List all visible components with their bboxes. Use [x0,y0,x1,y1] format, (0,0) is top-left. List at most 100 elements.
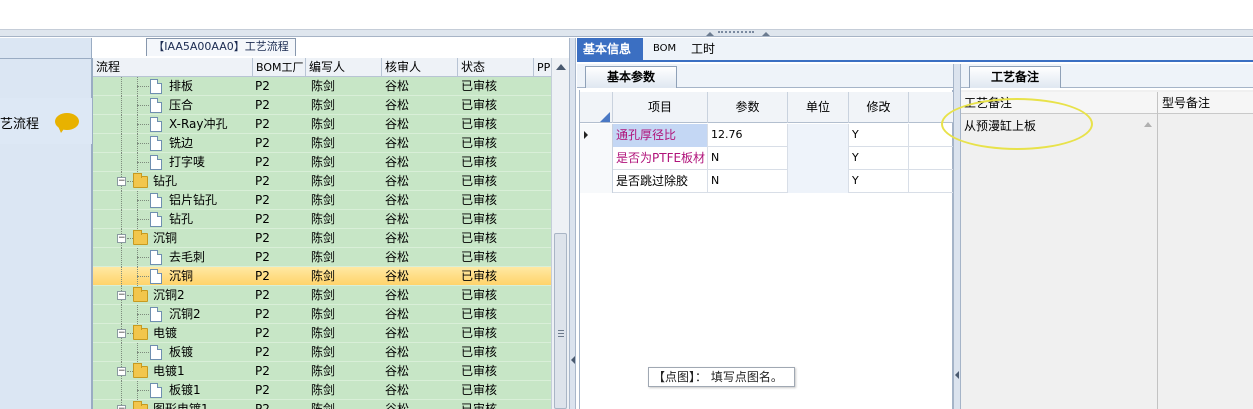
folder-icon [133,173,148,188]
collapse-toggle-icon[interactable]: − [117,405,126,409]
collapse-up-arrow-icon[interactable] [762,32,770,36]
collapse-left-arrow-icon[interactable] [571,356,575,364]
tree-row[interactable]: 铣边 P2 陈剑 谷松 已审核 [93,134,551,153]
param-row[interactable]: 是否跳过除胶 N Y [580,170,954,193]
row-header[interactable] [580,147,613,170]
splitter-grip-icon[interactable] [718,31,754,34]
collapse-toggle-icon[interactable]: − [117,177,126,186]
param-modify-cell[interactable]: Y [849,170,909,193]
tree-row[interactable]: 钻孔 P2 陈剑 谷松 已审核 [93,210,551,229]
tree-guide-line [121,153,122,172]
tree-row[interactable]: 压合 P2 陈剑 谷松 已审核 [93,96,551,115]
param-modify-cell[interactable]: Y [849,124,909,147]
param-row[interactable]: 通孔厚径比 12.76 Y [580,124,954,147]
param-value-cell[interactable]: N [708,170,788,193]
bom-cell: P2 [255,345,270,359]
tree-guide-line [121,134,122,153]
col-header-modify[interactable]: 修改 [849,92,909,123]
row-header[interactable] [580,124,613,147]
speech-bubble-tail-icon [58,126,66,133]
collapse-toggle-icon[interactable]: − [117,329,126,338]
collapse-up-arrow-icon[interactable] [706,32,714,36]
scrollbar-thumb[interactable] [554,233,567,409]
tree-vertical-scrollbar[interactable] [551,58,569,409]
top-splitter[interactable] [0,30,1253,37]
bom-cell: P2 [255,174,270,188]
writer-cell: 陈剑 [311,174,336,188]
tree-guide-line [121,115,122,134]
tree-row[interactable]: 板镀1 P2 陈剑 谷松 已审核 [93,381,551,400]
bom-cell: P2 [255,364,270,378]
param-name-cell[interactable]: 是否跳过除胶 [613,170,708,193]
col-header-bom[interactable]: BOM工厂 [253,58,306,77]
tree-elbow-line [137,200,149,201]
tree-row[interactable]: − 电镀1 P2 陈剑 谷松 已审核 [93,362,551,381]
tab-bom[interactable]: BOM [647,38,677,62]
tree-row[interactable]: − 图形电镀1 P2 陈剑 谷松 已审核 [93,400,551,409]
param-value-cell[interactable]: N [708,147,788,170]
tree-guide-line [121,305,122,324]
tree-row[interactable]: 排板 P2 陈剑 谷松 已审核 [93,77,551,96]
tab-basic-info[interactable]: 基本信息 [577,38,643,62]
scroll-up-arrow-icon[interactable] [556,64,566,70]
bom-cell: P2 [255,307,270,321]
param-name-cell[interactable]: 通孔厚径比 [613,124,708,147]
tab-process-remarks[interactable]: 工艺备注 [969,66,1061,88]
checker-cell: 谷松 [385,79,410,93]
bom-cell: P2 [255,117,270,131]
vertical-splitter[interactable] [569,38,576,409]
col-header-status[interactable]: 状态 [458,58,534,77]
tab-work-hours[interactable]: 工时 [685,38,725,62]
bom-cell: P2 [255,79,270,93]
col-header-writer[interactable]: 编写人 [306,58,382,77]
document-icon [150,269,162,284]
hint-tooltip: 【点图】： 填写点图名。 [648,367,795,387]
col-header-checker[interactable]: 核审人 [382,58,458,77]
bom-cell: P2 [255,136,270,150]
col-header-param[interactable]: 参数 [708,92,788,123]
corner-cell[interactable] [580,92,613,123]
tree-row-selected[interactable]: 沉铜 P2 陈剑 谷松 已审核 [93,267,551,286]
writer-cell: 陈剑 [311,250,336,264]
collapse-left-arrow-icon[interactable] [955,371,959,379]
collapse-toggle-icon[interactable]: − [117,291,126,300]
tree-row[interactable]: 去毛刺 P2 陈剑 谷松 已审核 [93,248,551,267]
param-unit-cell[interactable] [788,147,849,170]
param-unit-cell[interactable] [788,124,849,147]
collapse-toggle-icon[interactable]: − [117,367,126,376]
tree-row[interactable]: 沉铜2 P2 陈剑 谷松 已审核 [93,305,551,324]
row-header[interactable] [580,170,613,193]
col-header-flow[interactable]: 流程 [93,58,253,77]
tree-row[interactable]: 铝片钻孔 P2 陈剑 谷松 已审核 [93,191,551,210]
tree-item-label: 电镀 [153,326,178,340]
tree-item-label: 沉铜2 [153,288,185,302]
tree-item-label: 铣边 [169,136,194,150]
tree-row[interactable]: 打字唛 P2 陈剑 谷松 已审核 [93,153,551,172]
col-header-pp[interactable]: PP [534,58,551,77]
tree-elbow-line [137,124,149,125]
tree-row[interactable]: X-Ray冲孔 P2 陈剑 谷松 已审核 [93,115,551,134]
tab-basic-params[interactable]: 基本参数 [585,66,677,88]
tree-row[interactable]: − 钻孔 P2 陈剑 谷松 已审核 [93,172,551,191]
tree-item-label: 图形电镀1 [153,402,209,409]
col-header-unit[interactable]: 单位 [788,92,849,123]
writer-cell: 陈剑 [311,307,336,321]
param-row[interactable]: 是否为PTFE板材 N Y [580,147,954,170]
collapse-toggle-icon[interactable]: − [117,234,126,243]
tree-elbow-line [137,314,149,315]
param-value-cell[interactable]: 12.76 [708,124,788,147]
scroll-up-arrow-icon[interactable] [1144,122,1152,127]
col-header-item[interactable]: 项目 [613,92,708,123]
tree-elbow-line [137,162,149,163]
left-navigation-panel: 艺流程 [0,38,92,409]
param-modify-cell[interactable]: Y [849,147,909,170]
tree-item-label: 排板 [169,79,194,93]
tree-row[interactable]: 板镀 P2 陈剑 谷松 已审核 [93,343,551,362]
tree-row[interactable]: − 沉铜 P2 陈剑 谷松 已审核 [93,229,551,248]
tree-row[interactable]: − 沉铜2 P2 陈剑 谷松 已审核 [93,286,551,305]
checker-cell: 谷松 [385,212,410,226]
param-unit-cell[interactable] [788,170,849,193]
tree-row[interactable]: − 电镀 P2 陈剑 谷松 已审核 [93,324,551,343]
param-name-cell[interactable]: 是否为PTFE板材 [613,147,708,170]
document-icon [150,155,162,170]
